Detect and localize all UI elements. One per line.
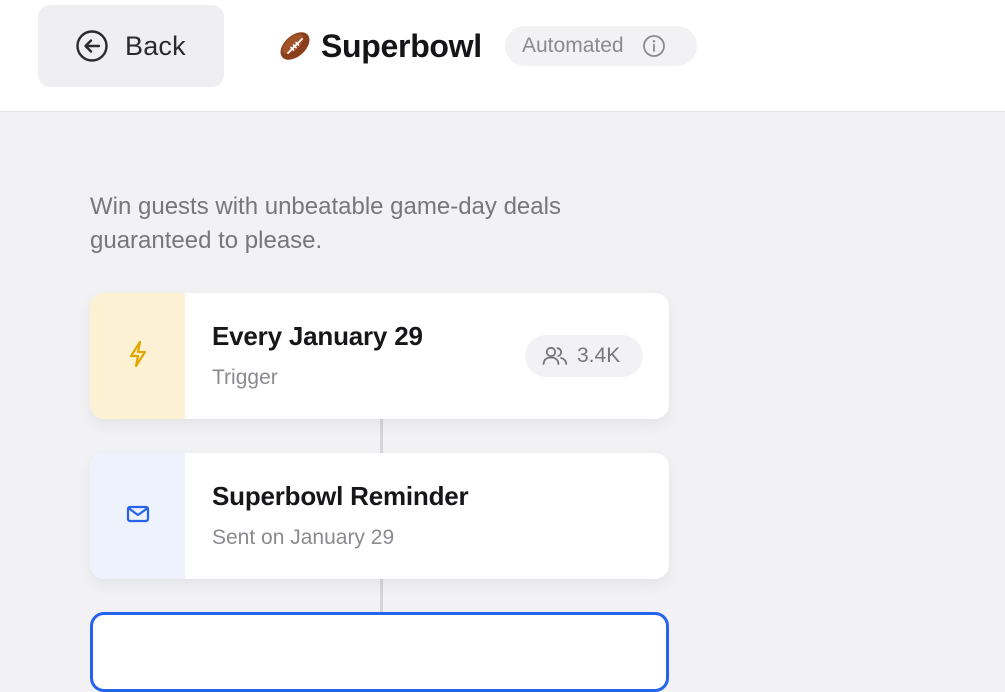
- automation-description: Win guests with unbeatable game-day deal…: [90, 193, 561, 254]
- info-icon[interactable]: [642, 34, 666, 58]
- page-title: Superbowl: [321, 27, 482, 64]
- back-button[interactable]: Back: [38, 5, 224, 87]
- step-connector: [380, 579, 383, 613]
- step-title: Superbowl Reminder: [212, 481, 469, 511]
- status-badge-label: Automated: [522, 34, 624, 57]
- lightning-icon: [125, 339, 151, 374]
- users-icon: [541, 345, 569, 367]
- selected-step-card[interactable]: [90, 612, 669, 692]
- football-icon: [277, 28, 313, 64]
- email-icon-cell: [90, 453, 185, 579]
- step-connector: [380, 419, 383, 454]
- status-badge: Automated: [505, 26, 697, 66]
- envelope-icon: [125, 503, 151, 530]
- page-title-group: Superbowl: [277, 24, 482, 68]
- trigger-step-card[interactable]: Every January 29 Trigger 3.4K: [90, 293, 669, 419]
- audience-count-badge: 3.4K: [525, 335, 643, 377]
- audience-count: 3.4K: [577, 344, 621, 367]
- arrow-left-circle-icon: [75, 29, 109, 63]
- back-button-label: Back: [125, 30, 186, 61]
- trigger-icon-cell: [90, 293, 185, 419]
- step-title: Every January 29: [212, 321, 423, 351]
- step-subtitle: Trigger: [212, 366, 278, 389]
- step-subtitle: Sent on January 29: [212, 526, 395, 549]
- email-step-card[interactable]: Superbowl Reminder Sent on January 29: [90, 453, 669, 579]
- top-bar: Back Superbowl Automated: [0, 0, 1005, 112]
